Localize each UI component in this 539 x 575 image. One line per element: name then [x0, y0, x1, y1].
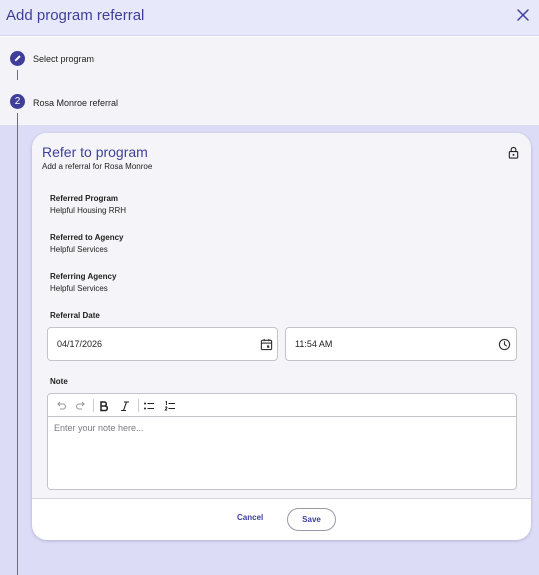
step-2-indicator: 2 — [10, 94, 25, 109]
undo-button[interactable] — [54, 399, 67, 412]
referral-time-field[interactable] — [285, 327, 517, 361]
editor-toolbar — [48, 394, 516, 417]
dialog-title: Add program referral — [6, 7, 145, 24]
referral-date-field[interactable] — [47, 327, 278, 361]
step-connector — [17, 113, 18, 125]
toolbar-divider — [138, 399, 139, 412]
stepper: Select program 2 Rosa Monroe referral — [0, 37, 539, 125]
referral-card: Refer to program Add a referral for Rosa… — [32, 133, 531, 540]
numbered-list-icon — [163, 400, 175, 410]
close-button[interactable] — [516, 8, 530, 22]
card-subtitle: Add a referral for Rosa Monroe — [42, 162, 153, 171]
referred-program-label: Referred Program — [50, 194, 119, 203]
dialog-header: Add program referral — [0, 0, 539, 36]
bullet-list-button[interactable] — [142, 399, 155, 412]
step-1-label[interactable]: Select program — [33, 54, 94, 64]
referral-form: Refer to program Add a referral for Rosa… — [32, 133, 531, 499]
calendar-icon[interactable] — [260, 338, 273, 351]
bullet-list-icon — [143, 402, 154, 409]
step-connector — [17, 70, 18, 80]
referring-agency-label: Referring Agency — [50, 272, 117, 281]
redo-button[interactable] — [74, 399, 87, 412]
time-input[interactable] — [295, 328, 475, 360]
step-1-indicator[interactable] — [10, 51, 25, 66]
cancel-button[interactable]: Cancel — [237, 513, 263, 522]
date-input[interactable] — [57, 328, 237, 360]
redo-icon — [75, 401, 85, 410]
card-title: Refer to program — [42, 144, 148, 160]
step-2-label: Rosa Monroe referral — [33, 98, 119, 108]
clock-icon[interactable] — [498, 338, 511, 351]
bold-button[interactable] — [97, 399, 110, 412]
pencil-icon — [14, 55, 21, 62]
italic-icon — [120, 400, 129, 411]
bold-icon — [99, 400, 108, 411]
referred-to-agency-value: Helpful Services — [50, 245, 108, 254]
referred-program-value: Helpful Housing RRH — [50, 206, 127, 215]
step-connector — [17, 125, 18, 575]
referring-agency-value: Helpful Services — [50, 284, 108, 293]
numbered-list-button[interactable] — [163, 399, 176, 412]
note-label: Note — [50, 377, 68, 386]
italic-button[interactable] — [118, 399, 131, 412]
step-2-number: 2 — [14, 96, 21, 107]
close-icon — [517, 9, 529, 21]
toolbar-divider — [93, 399, 94, 412]
referral-date-label: Referral Date — [50, 311, 100, 320]
undo-icon — [56, 401, 66, 410]
note-editor — [47, 393, 517, 490]
save-button[interactable]: Save — [287, 508, 336, 531]
referred-to-agency-label: Referred to Agency — [50, 233, 124, 242]
lock-icon — [508, 146, 519, 159]
note-input[interactable] — [54, 423, 509, 483]
